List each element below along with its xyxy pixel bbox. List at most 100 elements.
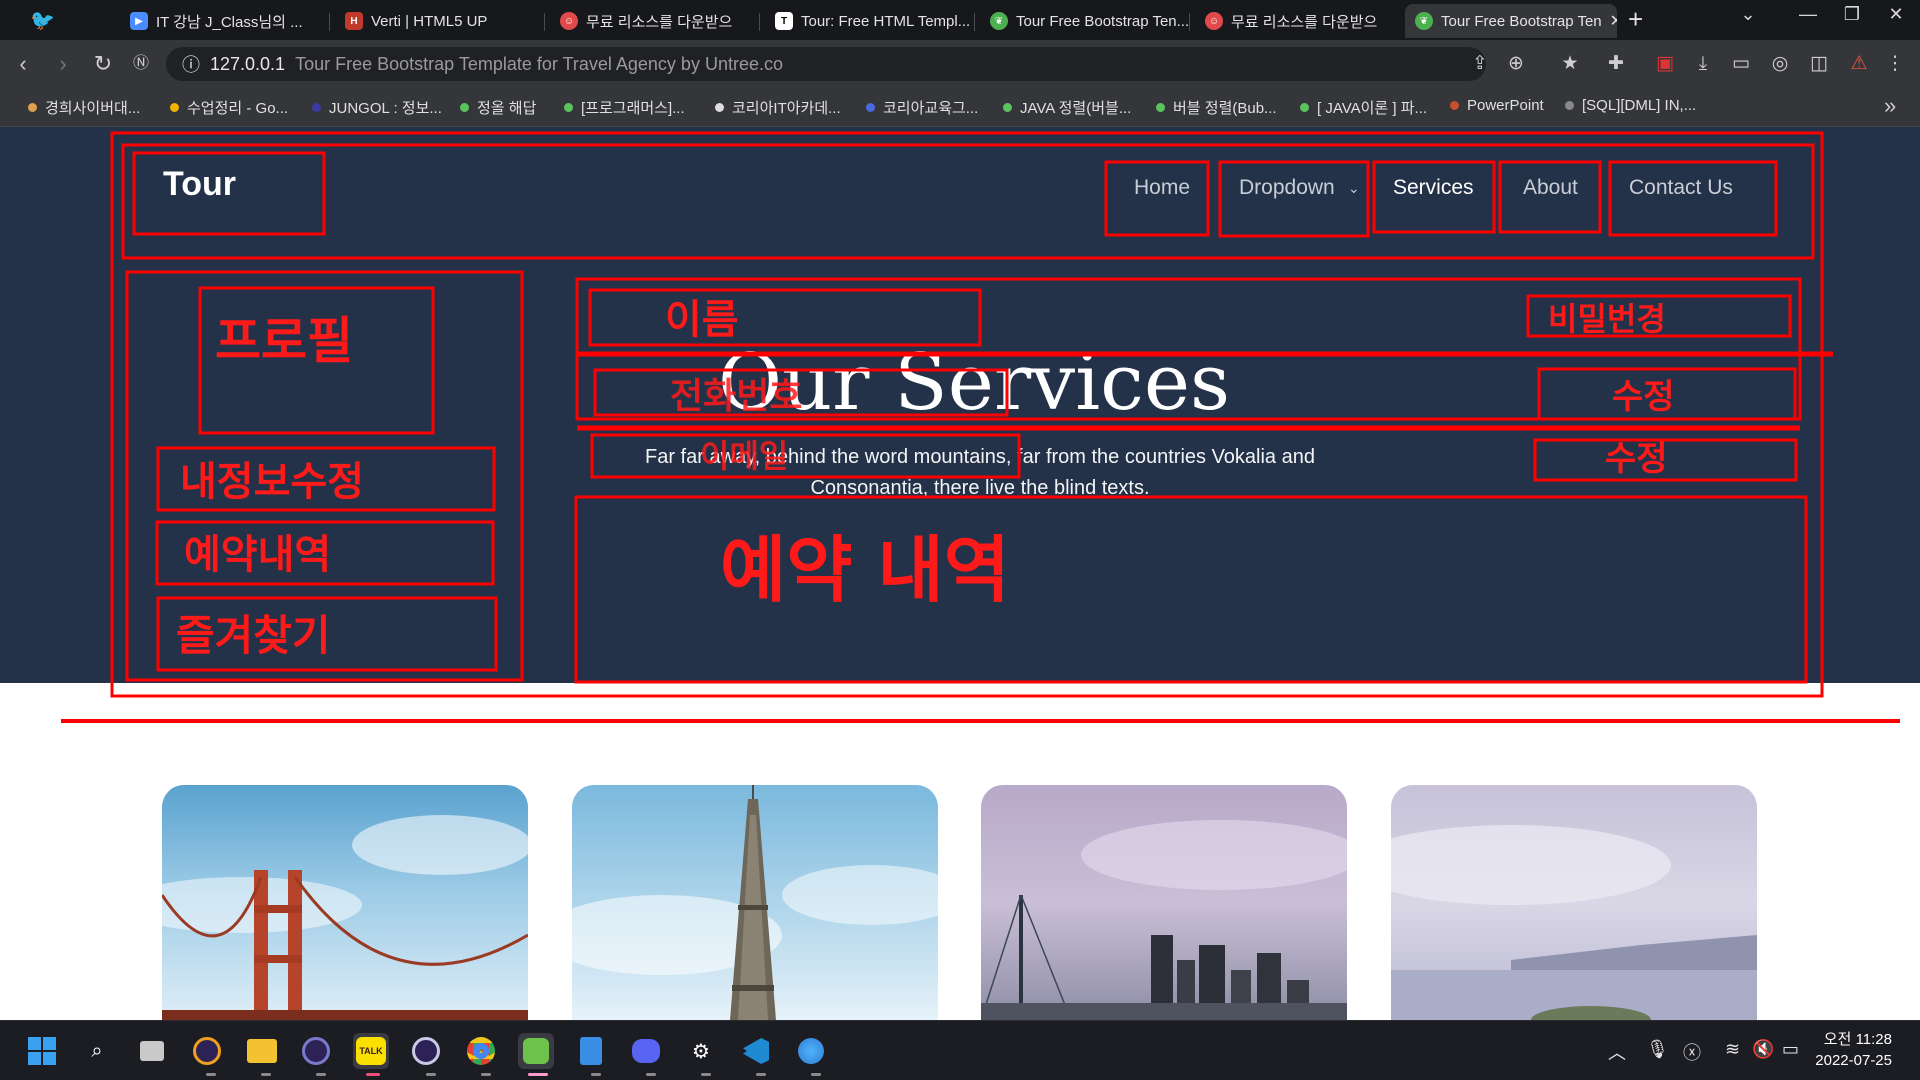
bookmark-label: JAVA 정렬(버블...	[1020, 100, 1132, 117]
destination-card-coast[interactable]	[1391, 785, 1757, 1020]
bookmark-item[interactable]: PowerPoint	[1450, 97, 1544, 114]
browser-tab[interactable]: H Verti | HTML5 UP	[335, 4, 545, 38]
extension-n-icon[interactable]: Ⓝ	[126, 49, 156, 79]
notepad-icon[interactable]	[573, 1033, 609, 1069]
bookmark-label: 정올 해답	[477, 100, 537, 117]
vscode-icon[interactable]	[738, 1033, 774, 1069]
close-window-icon[interactable]: ✕	[1876, 4, 1916, 25]
battery-icon[interactable]: ▭	[1782, 1039, 1799, 1060]
bookmark-label: 버블 정렬(Bub...	[1173, 100, 1277, 117]
side-panel-icon[interactable]: ◫	[1806, 52, 1832, 76]
task-view-icon[interactable]	[134, 1033, 170, 1069]
microphone-icon[interactable]: 🎙	[1646, 1039, 1669, 1060]
bookmark-favicon-icon	[715, 103, 724, 112]
close-circle-icon[interactable]: ⓧ	[1683, 1039, 1701, 1065]
nav-contact-us[interactable]: Contact Us	[1629, 176, 1733, 200]
nav-dropdown[interactable]: Dropdown	[1239, 176, 1335, 200]
page-title-text: Tour Free Bootstrap Template for Travel …	[295, 53, 783, 74]
bookmark-item[interactable]: 코리아IT아카데...	[715, 97, 841, 118]
restore-icon[interactable]: ❐	[1832, 4, 1872, 25]
file-explorer-icon[interactable]	[244, 1033, 280, 1069]
eclipse-icon[interactable]	[298, 1033, 334, 1069]
smile-icon: ☺	[1205, 12, 1223, 30]
eclipse-icon[interactable]	[189, 1033, 225, 1069]
browser-tab[interactable]: ▶ IT 강남 J_Class님의 ...	[120, 4, 330, 38]
chevron-down-icon[interactable]: ⌄	[1348, 180, 1360, 197]
bookmark-favicon-icon	[1003, 103, 1012, 112]
bookmark-label: 코리아교육그...	[883, 100, 979, 117]
warning-icon[interactable]: ⚠	[1846, 52, 1872, 76]
uk-flag-icon[interactable]: ▣	[1652, 52, 1678, 76]
destination-card-city-bridge[interactable]	[981, 785, 1347, 1020]
tab-close-icon[interactable]: ✕	[1610, 11, 1617, 31]
bookmark-item[interactable]: [SQL][DML] IN,...	[1565, 97, 1696, 114]
bookmark-star-icon[interactable]: ★	[1557, 52, 1583, 76]
reload-icon[interactable]: ↻	[88, 49, 118, 79]
leaf-icon: ❦	[1415, 12, 1433, 30]
screenshot-icon[interactable]: ◎	[1767, 52, 1793, 76]
bookmark-item[interactable]: [프로그래머스]...	[564, 97, 685, 118]
tab-title: Tour Free Bootstrap Ten	[1441, 12, 1602, 30]
tab-search-chevron-icon[interactable]: ⌄	[1728, 4, 1768, 25]
share-icon[interactable]: ⇪	[1467, 52, 1493, 76]
kakaotalk-icon[interactable]: TALK	[353, 1033, 389, 1069]
zoom-icon[interactable]: ⊕	[1503, 52, 1529, 76]
bookmark-item[interactable]: 코리아교육그...	[866, 97, 978, 118]
bookmark-item[interactable]: 버블 정렬(Bub...	[1156, 97, 1277, 118]
bookmark-label: PowerPoint	[1467, 97, 1544, 114]
new-tab-button[interactable]: +	[1628, 4, 1643, 35]
nav-home[interactable]: Home	[1134, 176, 1190, 200]
bookmark-label: 코리아IT아카데...	[732, 100, 841, 117]
mute-icon[interactable]: 🔇	[1752, 1039, 1774, 1060]
back-arrow-icon[interactable]: ‹	[8, 49, 38, 79]
discord-icon[interactable]	[628, 1033, 664, 1069]
start-icon[interactable]	[24, 1033, 60, 1069]
bookmarks-bar: 경희사이버대... 수업정리 - Go... JUNGOL : 정보... 정올…	[0, 87, 1920, 127]
destination-card-golden-gate[interactable]	[162, 785, 528, 1020]
hsu-icon: H	[345, 12, 363, 30]
windows-taskbar: ⌕ TALK ⚙ ︿ 🎙 ⓧ ≋ 🔇 ▭ 오전 11:28 2022-07-25	[0, 1020, 1920, 1080]
browser-toolbar: ‹ › ↻ Ⓝ ⓘ 127.0.0.1 Tour Free Bootstrap …	[0, 40, 1920, 87]
zoom-icon: ▶	[130, 12, 148, 30]
nav-about[interactable]: About	[1523, 176, 1578, 200]
system-clock[interactable]: 오전 11:28 2022-07-25	[1815, 1029, 1892, 1071]
bookmark-item[interactable]: JAVA 정렬(버블...	[1003, 97, 1131, 118]
menu-kebab-icon[interactable]: ⋮	[1882, 52, 1908, 76]
browser-tab[interactable]: T Tour: Free HTML Templ...	[765, 4, 975, 38]
more-bookmarks-button[interactable]: »	[1884, 93, 1896, 119]
browser-tab[interactable]: ☺ 무료 리소스를 다운받으	[550, 4, 760, 38]
bookmark-item[interactable]: JUNGOL : 정보...	[312, 97, 442, 118]
bookmark-favicon-icon	[170, 103, 179, 112]
sts-icon[interactable]	[518, 1033, 554, 1069]
extensions-puzzle-icon[interactable]: ✚	[1603, 52, 1629, 76]
url-text: 127.0.0.1	[210, 53, 286, 74]
forward-arrow-icon[interactable]: ›	[48, 49, 78, 79]
site-logo[interactable]: Tour	[163, 165, 236, 204]
browser-tab[interactable]: ❦ Tour Free Bootstrap Ten...	[980, 4, 1190, 38]
minimize-icon[interactable]: —	[1788, 4, 1828, 25]
site-info-icon[interactable]: ⓘ	[182, 51, 200, 77]
nav-services[interactable]: Services	[1393, 176, 1474, 200]
bookmark-label: JUNGOL : 정보...	[329, 100, 442, 117]
browser-tab[interactable]: ☺ 무료 리소스를 다운받으	[1195, 4, 1405, 38]
twitter-icon: 🐦	[30, 10, 55, 32]
chevron-up-icon[interactable]: ︿	[1608, 1039, 1626, 1065]
eclipse-icon[interactable]	[408, 1033, 444, 1069]
address-bar[interactable]: ⓘ 127.0.0.1 Tour Free Bootstrap Template…	[166, 47, 1486, 81]
settings-icon[interactable]: ⚙	[683, 1033, 719, 1069]
browser-tab-active[interactable]: ❦ Tour Free Bootstrap Ten ✕	[1405, 4, 1617, 38]
maps-icon[interactable]	[793, 1033, 829, 1069]
chrome-icon[interactable]	[463, 1033, 499, 1069]
download-icon[interactable]: ⤓	[1690, 52, 1716, 76]
bookmark-favicon-icon	[564, 103, 573, 112]
bookmark-item[interactable]: 수업정리 - Go...	[170, 97, 288, 118]
destination-card-eiffel-tower[interactable]	[572, 785, 938, 1020]
cast-icon[interactable]: ▭	[1728, 52, 1754, 76]
search-icon[interactable]: ⌕	[79, 1033, 115, 1069]
wifi-icon[interactable]: ≋	[1725, 1039, 1740, 1060]
bookmark-item[interactable]: 정올 해답	[460, 97, 536, 118]
bookmark-item[interactable]: [ JAVA이론 ] 파...	[1300, 97, 1427, 118]
bookmark-favicon-icon	[312, 103, 321, 112]
bookmark-item[interactable]: 경희사이버대...	[28, 97, 140, 118]
tab-title: 무료 리소스를 다운받으	[586, 13, 733, 31]
